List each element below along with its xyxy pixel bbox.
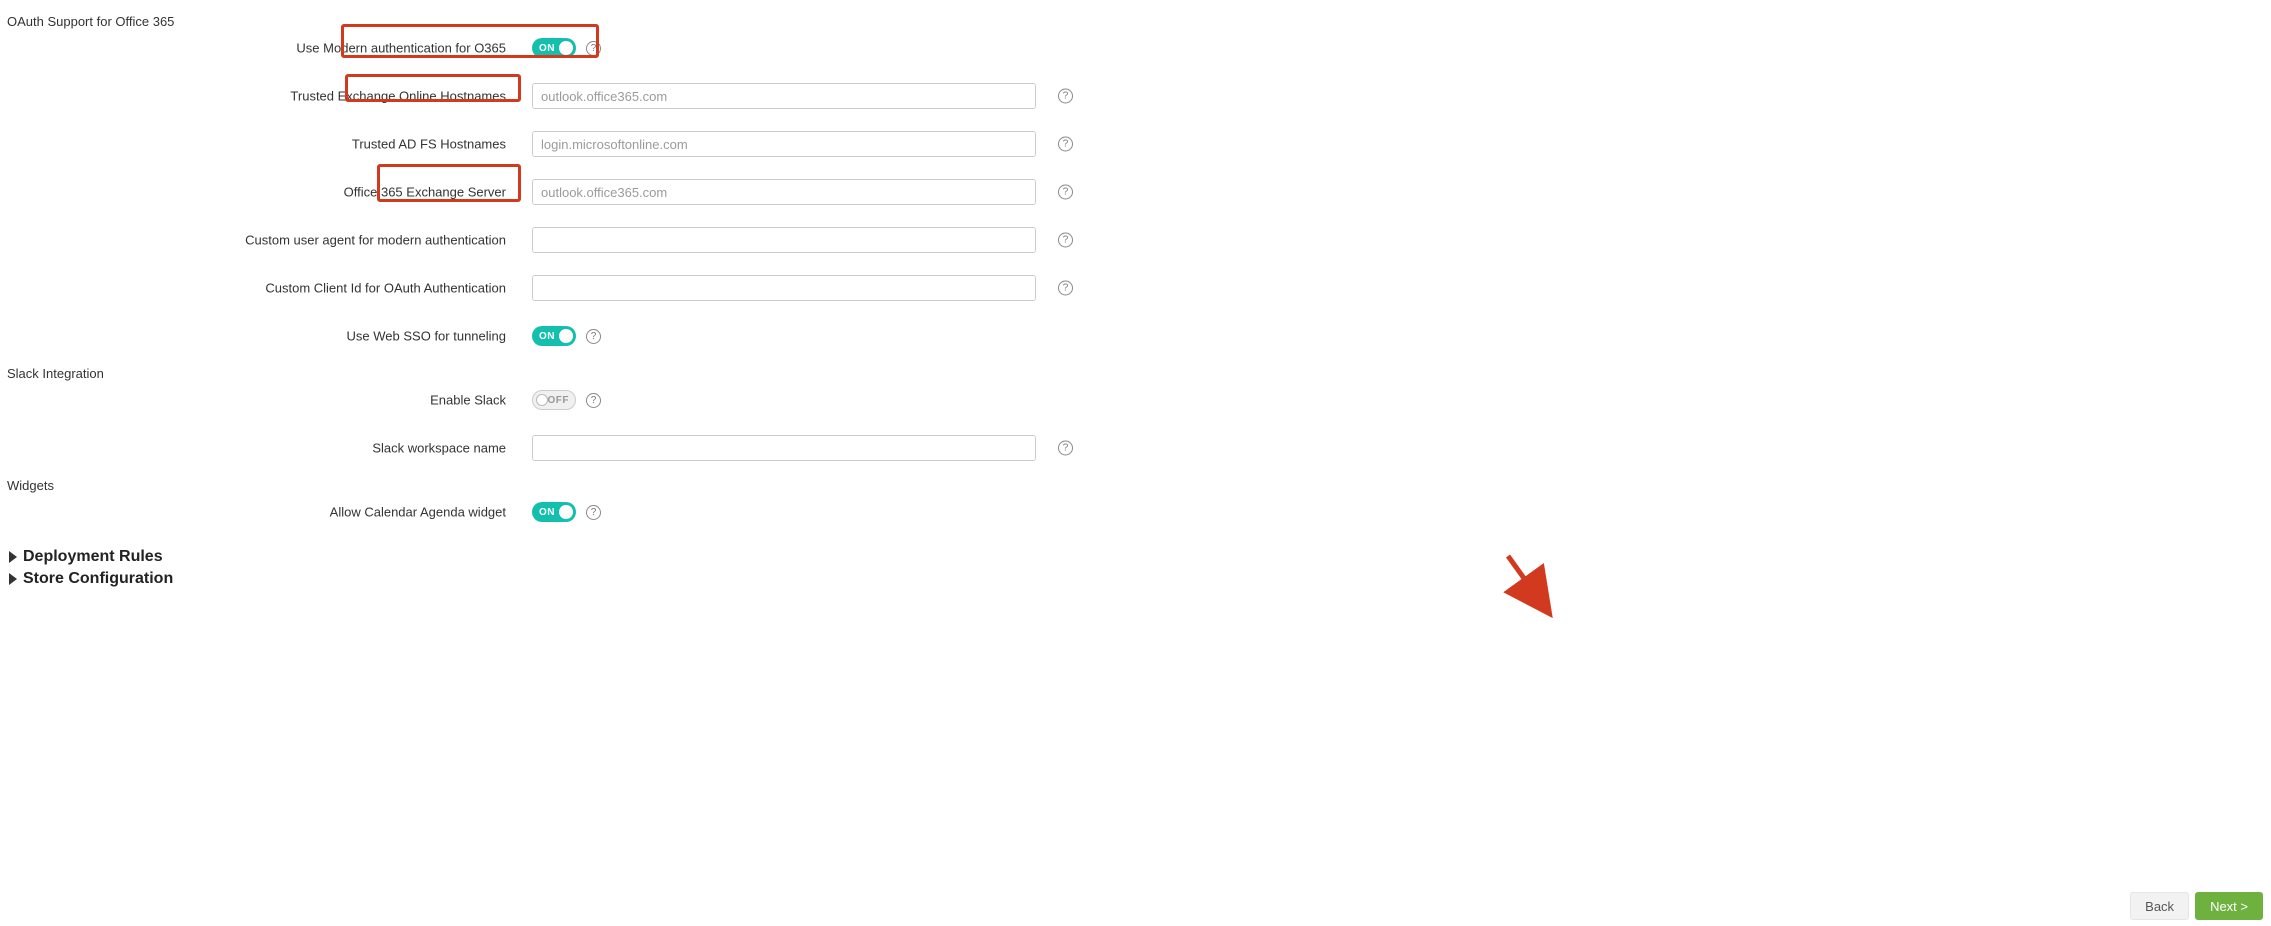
- help-icon[interactable]: [586, 329, 601, 344]
- help-icon[interactable]: [1058, 441, 1073, 456]
- help-icon[interactable]: [1058, 233, 1073, 248]
- label-custom-ua: Custom user agent for modern authenticat…: [0, 233, 512, 248]
- toggle-modern-auth[interactable]: ON: [532, 38, 576, 58]
- label-web-sso: Use Web SSO for tunneling: [0, 329, 512, 344]
- label-custom-client: Custom Client Id for OAuth Authenticatio…: [0, 281, 512, 296]
- chevron-right-icon: [9, 551, 17, 563]
- next-button[interactable]: Next >: [2195, 892, 2263, 920]
- back-button[interactable]: Back: [2130, 892, 2189, 920]
- expander-label: Deployment Rules: [23, 548, 163, 566]
- label-trusted-adfs: Trusted AD FS Hostnames: [0, 137, 512, 152]
- help-icon[interactable]: [1058, 185, 1073, 200]
- expander-deployment-rules[interactable]: Deployment Rules: [9, 548, 163, 566]
- help-icon[interactable]: [586, 505, 601, 520]
- label-trusted-exchange: Trusted Exchange Online Hostnames: [0, 89, 512, 104]
- toggle-calendar-widget[interactable]: ON: [532, 502, 576, 522]
- toggle-text: ON: [539, 331, 555, 342]
- toggle-web-sso[interactable]: ON: [532, 326, 576, 346]
- input-trusted-exchange[interactable]: [532, 83, 1036, 109]
- arrow-annotation-icon: [1498, 550, 1558, 620]
- toggle-text: ON: [539, 43, 555, 54]
- input-custom-ua[interactable]: [532, 227, 1036, 253]
- input-trusted-adfs[interactable]: [532, 131, 1036, 157]
- help-icon[interactable]: [586, 393, 601, 408]
- help-icon[interactable]: [1058, 89, 1073, 104]
- input-slack-ws[interactable]: [532, 435, 1036, 461]
- toggle-text: ON: [539, 507, 555, 518]
- help-icon[interactable]: [586, 41, 601, 56]
- input-custom-client[interactable]: [532, 275, 1036, 301]
- expander-store-configuration[interactable]: Store Configuration: [9, 570, 173, 588]
- help-icon[interactable]: [1058, 281, 1073, 296]
- help-icon[interactable]: [1058, 137, 1073, 152]
- label-o365-exchange: Office 365 Exchange Server: [0, 185, 512, 200]
- label-calendar-widget: Allow Calendar Agenda widget: [0, 505, 512, 520]
- expander-label: Store Configuration: [23, 570, 173, 588]
- label-enable-slack: Enable Slack: [0, 393, 512, 408]
- label-slack-ws: Slack workspace name: [0, 441, 512, 456]
- toggle-enable-slack[interactable]: OFF: [532, 390, 576, 410]
- chevron-right-icon: [9, 573, 17, 585]
- label-modern-auth: Use Modern authentication for O365: [0, 41, 512, 56]
- toggle-text: OFF: [548, 395, 570, 406]
- input-o365-exchange[interactable]: [532, 179, 1036, 205]
